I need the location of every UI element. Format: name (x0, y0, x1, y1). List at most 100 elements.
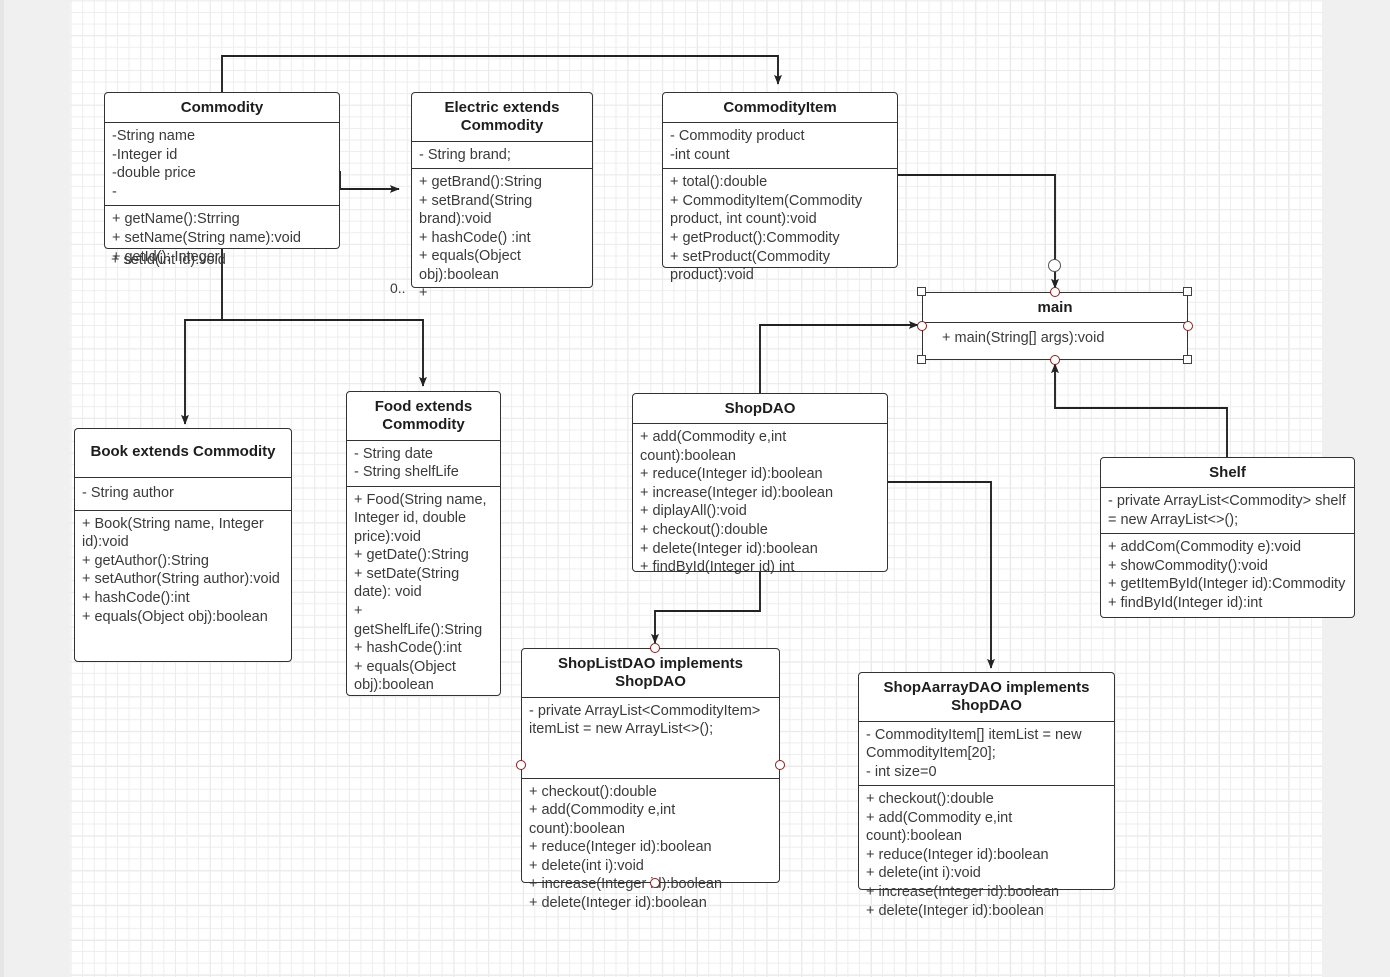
methods-compartment: + add(Commodity e,int count):boolean + r… (633, 424, 887, 580)
attributes-compartment: - private ArrayList<Commodity> shelf = n… (1101, 488, 1354, 533)
class-method: + addCom(Commodity e):void (1108, 539, 1302, 556)
class-method: + add(Commodity e,int count):boolean (866, 809, 1013, 845)
class-method: + delete(Integer id):boolean (866, 902, 1044, 919)
class-attribute: - String brand; (419, 146, 511, 163)
class-method: + setAuthor(String author):void (82, 571, 280, 588)
class-attribute: - int size=0 (866, 763, 937, 780)
methods-compartment: + Book(String name, Integer id):void + g… (75, 511, 291, 630)
class-method: + reduce(Integer id):boolean (640, 466, 823, 483)
class-method: + equals(Object obj):boolean (82, 608, 268, 625)
class-method: + getItemById(Integer id):Commodity (1108, 576, 1346, 593)
selection-handle-middle-right[interactable] (1183, 321, 1193, 331)
class-method: + showCommodity():void (1108, 557, 1268, 574)
class-method-overflow-commodity: + setId(int id):void (111, 252, 226, 268)
connector-endpoint-handle[interactable] (1048, 259, 1061, 272)
selection-handle-top-right[interactable] (1183, 287, 1192, 296)
class-method: + main(String[] args):void (942, 330, 1105, 347)
class-method: + increase(Integer id):boolean (640, 484, 834, 501)
class-attribute: -String name (112, 128, 196, 145)
class-method: + checkout():double (866, 791, 994, 808)
attributes-compartment: - String brand; (412, 142, 592, 169)
class-method: + delete(Integer id):boolean (529, 894, 707, 911)
class-title: Electric extends Commodity (444, 99, 560, 135)
class-method: + getDate():String (354, 547, 469, 564)
class-box-book[interactable]: Book extends Commodity - String author +… (74, 428, 292, 662)
class-method: + setDate(String date): void (354, 565, 460, 601)
class-attribute: - String author (82, 485, 174, 502)
class-attribute: - String shelfLife (354, 464, 459, 481)
class-attribute: - String date (354, 445, 433, 462)
class-method: + getProduct():Commodity (670, 230, 840, 247)
class-attribute: - private ArrayList<Commodity> shelf = n… (1108, 493, 1346, 528)
edge-multiplicity-label: 0.. (390, 280, 406, 296)
left-scroll-strip[interactable] (0, 0, 4, 977)
class-attribute: - Commodity product (670, 128, 805, 145)
selection-handle-top-center[interactable] (1050, 287, 1060, 297)
class-method: + Food(String name, Integer id, double p… (354, 491, 487, 545)
class-attribute: - CommodityItem[] itemList = new Commodi… (866, 726, 1082, 762)
selection-handle-middle-left[interactable] (917, 321, 927, 331)
attributes-compartment: -String name -Integer id -double price - (105, 123, 339, 205)
class-method: + delete(int i):void (529, 857, 644, 874)
class-method: + getName():Strring (112, 211, 240, 228)
attributes-compartment: - String date - String shelfLife (347, 441, 500, 486)
class-attribute: -Integer id (112, 146, 178, 163)
class-attribute: - (112, 183, 117, 200)
class-title: ShopListDAO implements ShopDAO (557, 655, 744, 691)
class-method: + delete(Integer id):boolean (640, 540, 818, 557)
class-method: + increase(Integer id):boolean (866, 883, 1060, 900)
class-title: Food extends Commodity (374, 398, 473, 434)
attributes-compartment: - private ArrayList<CommodityItem> itemL… (522, 698, 779, 778)
class-box-shelf[interactable]: Shelf - private ArrayList<Commodity> she… (1100, 457, 1355, 618)
selection-handle-bottom-left[interactable] (917, 355, 926, 364)
class-method: + hashCode():int (82, 590, 190, 607)
attributes-compartment: - Commodity product -int count (663, 123, 897, 168)
class-method: + add(Commodity e,int count):boolean (640, 429, 787, 464)
class-title: ShopDAO (724, 400, 796, 417)
class-method: + (419, 285, 428, 302)
class-method: + findById(Integer id):int (1108, 595, 1263, 612)
class-box-commodity[interactable]: Commodity -String name -Integer id -doub… (104, 92, 340, 265)
class-attribute: - private ArrayList<CommodityItem> itemL… (529, 702, 761, 738)
attributes-compartment: - CommodityItem[] itemList = new Commodi… (859, 722, 1114, 786)
methods-compartment: + addCom(Commodity e):void + showCommodi… (1101, 534, 1354, 616)
selection-handle-top-left[interactable] (917, 287, 926, 296)
methods-compartment: + checkout():double + add(Commodity e,in… (859, 786, 1114, 924)
connector-point-handle-bottom[interactable] (650, 878, 660, 888)
class-method: + hashCode():int (354, 640, 462, 657)
class-method: + setName(String name):void (112, 230, 301, 247)
class-method: + delete(int i):void (866, 865, 981, 882)
selection-handle-bottom-center[interactable] (1050, 355, 1060, 365)
attributes-compartment: - String author (75, 478, 291, 510)
class-box-shoplistdao[interactable]: ShopListDAO implements ShopDAO - private… (521, 648, 780, 911)
class-method: + CommodityItem(Commodity product, int c… (670, 192, 863, 228)
class-box-main[interactable]: main + main(String[] args):void (922, 292, 1188, 360)
class-method: + getBrand():String (419, 174, 542, 191)
class-title: main (1037, 299, 1073, 316)
methods-compartment: + total():double + CommodityItem(Commodi… (663, 169, 897, 288)
connector-point-handle-left[interactable] (516, 760, 526, 770)
class-box-shopdao[interactable]: ShopDAO + add(Commodity e,int count):boo… (632, 393, 888, 575)
methods-compartment: + getBrand():String + setBrand(String br… (412, 169, 592, 307)
class-attribute: -double price (112, 165, 196, 182)
class-method: + total():double (670, 174, 768, 191)
selection-handle-bottom-right[interactable] (1183, 355, 1192, 364)
class-method: + getAuthor():String (82, 552, 209, 569)
methods-compartment: + checkout():double + add(Commodity e,in… (522, 779, 779, 917)
class-box-food[interactable]: Food extends Commodity - String date - S… (346, 391, 501, 696)
class-box-shoparraydao[interactable]: ShopAarrayDAO implements ShopDAO - Commo… (858, 672, 1115, 919)
methods-compartment: + Food(String name, Integer id, double p… (347, 487, 500, 699)
connector-point-handle-top[interactable] (650, 643, 660, 653)
class-box-electric[interactable]: Electric extends Commodity - String bran… (411, 92, 593, 301)
connector-point-handle-right[interactable] (775, 760, 785, 770)
class-method: + equals(Object obj):boolean (419, 248, 521, 283)
class-method: + findById(Integer id) int (640, 559, 795, 576)
methods-compartment: + main(String[] args):void (923, 323, 1187, 352)
class-box-commodityitem[interactable]: CommodityItem - Commodity product -int c… (662, 92, 898, 283)
class-method: + hashCode() :int (419, 229, 531, 246)
class-method: + equals(Object obj):boolean (354, 658, 456, 694)
class-title: ShopAarrayDAO implements ShopDAO (883, 679, 1090, 715)
class-method: + reduce(Integer id):boolean (866, 846, 1049, 863)
diagram-editor-canvas-page: Commodity -String name -Integer id -doub… (0, 0, 1390, 977)
class-method: + reduce(Integer id):boolean (529, 839, 712, 856)
